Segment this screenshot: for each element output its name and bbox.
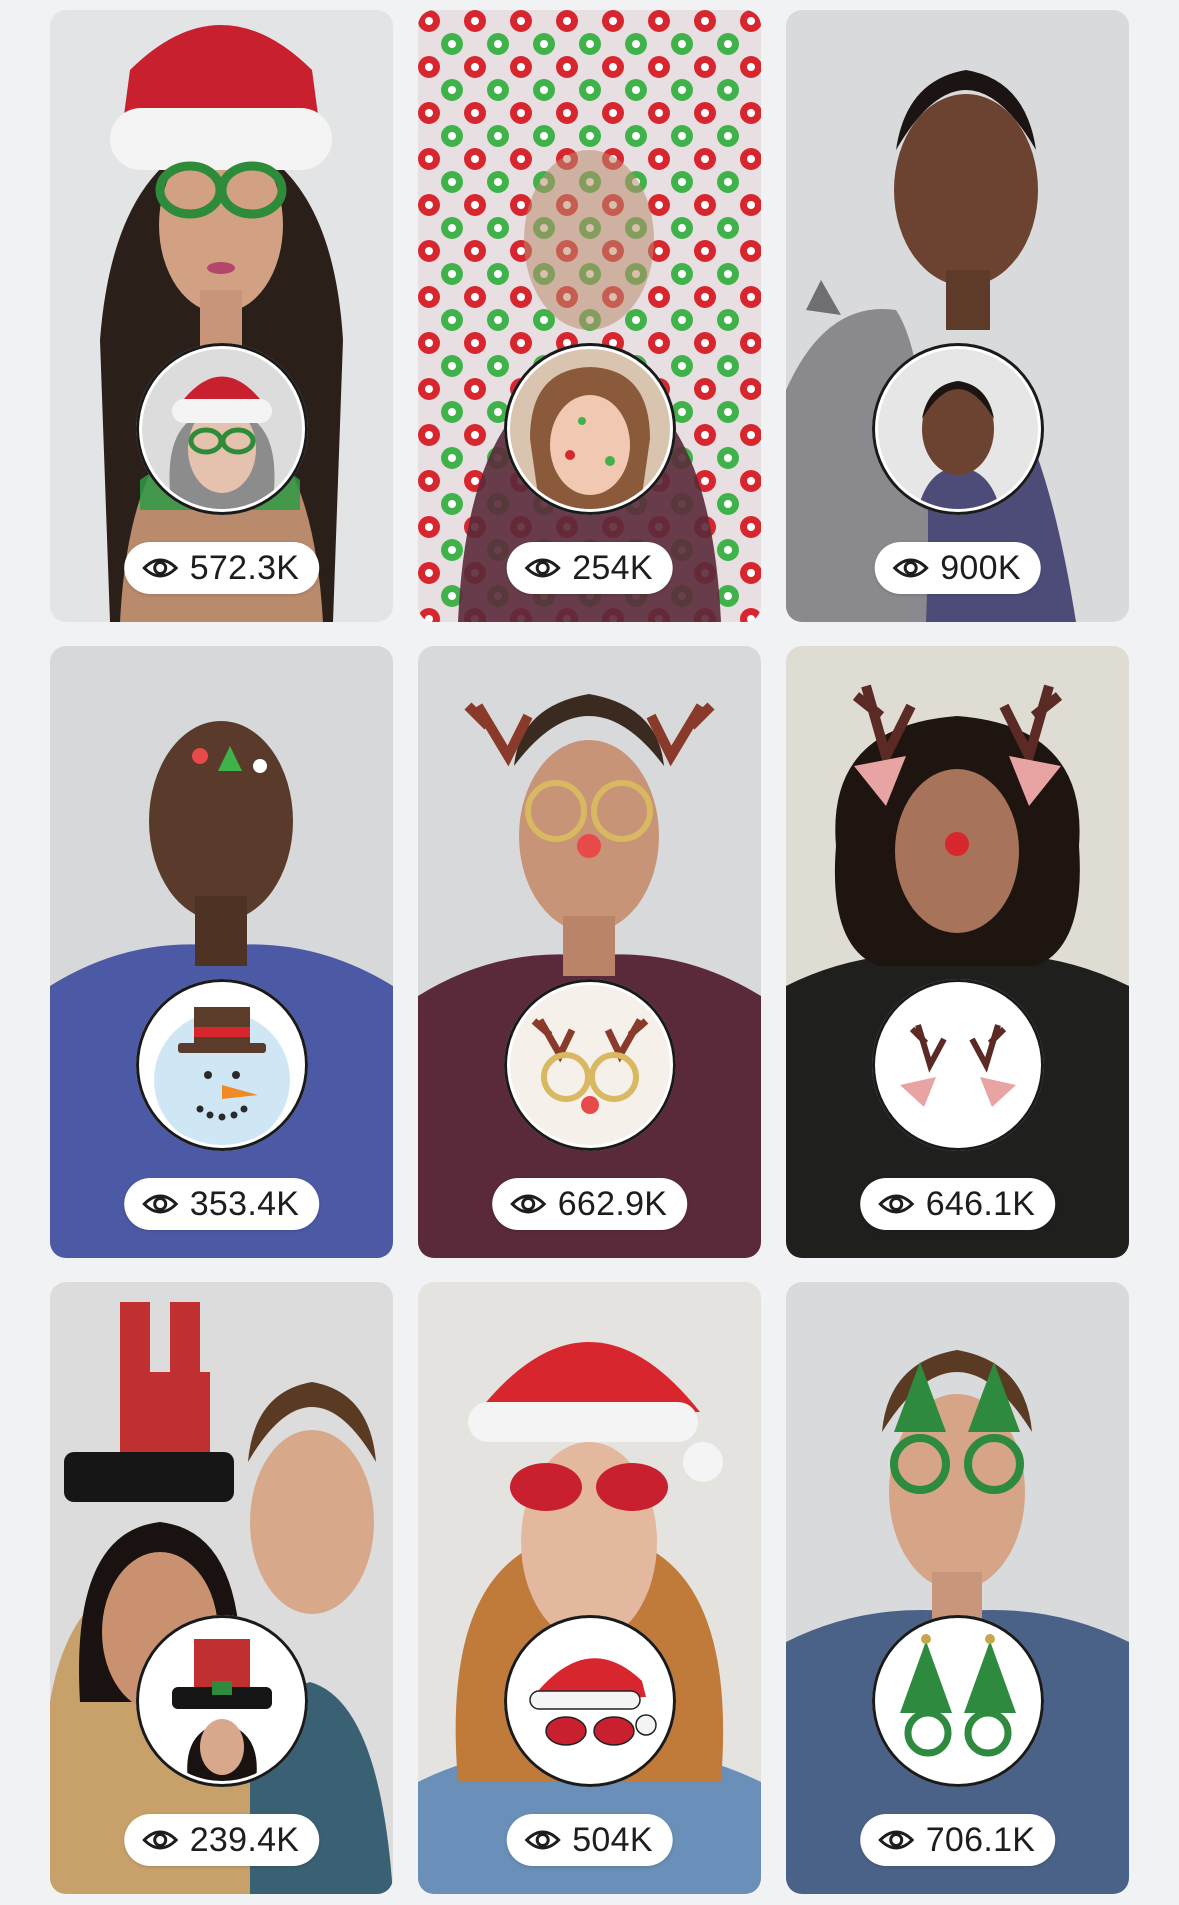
view-count-badge: 239.4K (123, 1814, 320, 1866)
eye-icon (141, 1830, 178, 1850)
lens-icon (135, 1615, 308, 1787)
lens-card[interactable]: 662.9K (418, 646, 761, 1258)
eye-icon (892, 558, 929, 578)
lens-card[interactable]: 900K (786, 10, 1129, 622)
view-count-badge: 662.9K (491, 1178, 688, 1230)
eye-icon (877, 1830, 914, 1850)
view-count-badge: 572.3K (123, 542, 320, 594)
lens-icon (871, 343, 1044, 515)
eye-icon (877, 1194, 914, 1214)
lens-card[interactable]: 504K (418, 1282, 761, 1894)
lens-card[interactable]: 353.4K (50, 646, 393, 1258)
lens-card[interactable]: 572.3K (50, 10, 393, 622)
view-count: 662.9K (557, 1184, 668, 1223)
lens-preview-image (418, 1282, 761, 1894)
lens-card[interactable]: 239.4K (50, 1282, 393, 1894)
lens-icon (503, 1615, 676, 1787)
view-count-badge: 900K (874, 542, 1041, 594)
lens-icon (871, 979, 1044, 1151)
lens-preview-image (786, 1282, 1129, 1894)
view-count-badge: 706.1K (859, 1814, 1056, 1866)
lens-icon (871, 1615, 1044, 1787)
view-count-badge: 504K (506, 1814, 673, 1866)
lens-preview-image (786, 10, 1129, 622)
lens-preview-image (50, 1282, 393, 1894)
lens-grid: 572.3K 254K 900K 353.4K 662.9K 646.1K 23… (50, 10, 1130, 1894)
view-count: 572.3K (189, 548, 300, 587)
lens-preview-image (50, 10, 393, 622)
view-count-badge: 254K (506, 542, 673, 594)
eye-icon (141, 1194, 178, 1214)
lens-preview-image (418, 646, 761, 1258)
view-count: 254K (572, 548, 653, 587)
lens-icon (503, 979, 676, 1151)
view-count: 646.1K (925, 1184, 1036, 1223)
lens-icon (135, 979, 308, 1151)
view-count-badge: 646.1K (859, 1178, 1056, 1230)
lens-preview-image (418, 10, 761, 622)
lens-icon (135, 343, 308, 515)
lens-icon (503, 343, 676, 515)
eye-icon (141, 558, 178, 578)
view-count-badge: 353.4K (123, 1178, 320, 1230)
view-count: 900K (940, 548, 1021, 587)
view-count: 706.1K (925, 1820, 1036, 1859)
lens-card[interactable]: 706.1K (786, 1282, 1129, 1894)
eye-icon (524, 558, 561, 578)
view-count: 504K (572, 1820, 653, 1859)
lens-card[interactable]: 254K (418, 10, 761, 622)
lens-preview-image (786, 646, 1129, 1258)
view-count: 239.4K (189, 1820, 300, 1859)
view-count: 353.4K (189, 1184, 300, 1223)
eye-icon (524, 1830, 561, 1850)
lens-preview-image (50, 646, 393, 1258)
lens-card[interactable]: 646.1K (786, 646, 1129, 1258)
eye-icon (509, 1194, 546, 1214)
